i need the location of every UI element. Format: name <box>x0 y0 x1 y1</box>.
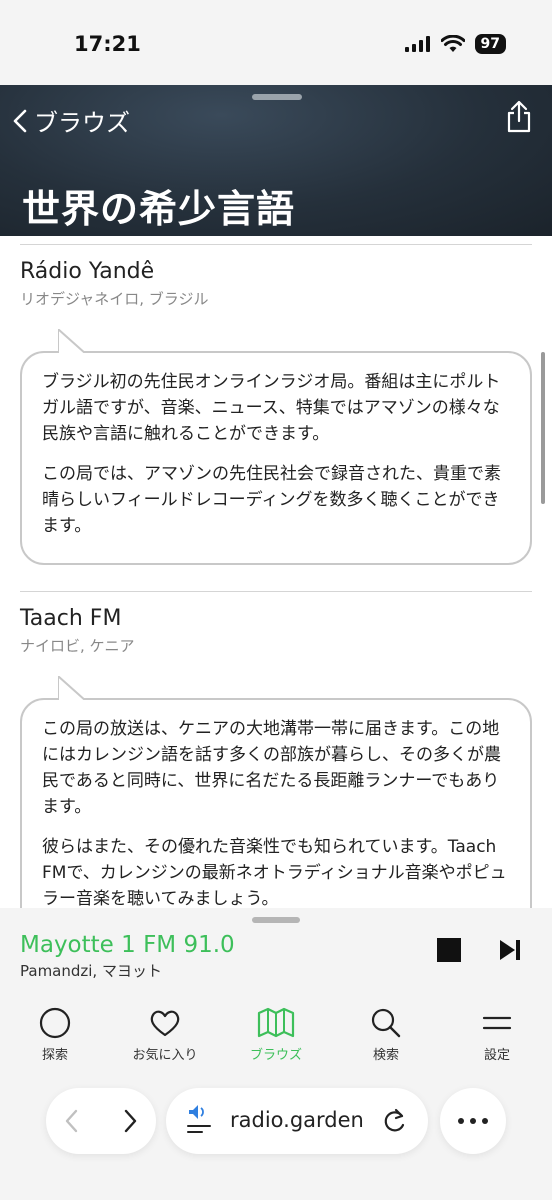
battery-indicator: 97 <box>474 34 506 54</box>
station-name[interactable]: Rádio Yandê <box>20 259 532 284</box>
back-button[interactable]: ブラウズ <box>12 103 130 138</box>
search-icon <box>371 1008 401 1038</box>
now-playing-title[interactable]: Mayotte 1 FM 91.0 <box>20 932 235 958</box>
address-bar[interactable]: radio.garden <box>166 1088 428 1154</box>
map-icon <box>257 1007 295 1038</box>
status-time: 17:21 <box>74 32 141 56</box>
station-location: リオデジャネイロ, ブラジル <box>20 290 209 308</box>
skip-next-icon <box>500 940 520 960</box>
station-name[interactable]: Taach FM <box>20 606 532 631</box>
station-description-bubble: この局の放送は、ケニアの大地溝帯一帯に届きます。この地にはカレンジン語を話す多く… <box>20 676 532 908</box>
reload-icon[interactable] <box>382 1108 408 1134</box>
tab-label: お気に入り <box>132 1048 198 1063</box>
station-list[interactable]: Rádio Yandê リオデジャネイロ, ブラジル ブラジル初の先住民オンライ… <box>0 236 552 908</box>
tab-browse[interactable]: ブラウズ <box>231 1006 321 1063</box>
station-item[interactable]: Taach FM ナイロビ, ケニア この局の放送は、ケニアの大地溝帯一帯に届き… <box>20 591 532 908</box>
tab-search[interactable]: 検索 <box>341 1006 431 1063</box>
more-options-button[interactable] <box>440 1088 506 1154</box>
bubble-tail <box>58 676 87 700</box>
browser-nav-controls <box>46 1088 156 1154</box>
tab-label: 検索 <box>372 1048 399 1063</box>
signal-icon <box>404 36 430 52</box>
station-location: ナイロビ, ケニア <box>20 637 135 655</box>
now-playing-bar[interactable]: Mayotte 1 FM 91.0 Pamandzi, マヨット <box>0 908 552 1008</box>
url-text[interactable]: radio.garden <box>230 1108 364 1132</box>
tab-explore[interactable]: 探索 <box>10 1006 100 1063</box>
page-title: 世界の希少言語 <box>22 187 296 231</box>
tab-label: 探索 <box>41 1048 68 1063</box>
tab-favorites[interactable]: お気に入り <box>120 1006 210 1063</box>
heart-icon <box>150 1010 180 1037</box>
status-icons: 97 <box>404 34 506 54</box>
audio-playing-icon <box>187 1105 211 1133</box>
circle-icon <box>39 1007 71 1039</box>
next-station-button[interactable] <box>498 938 522 966</box>
tab-label: 設定 <box>483 1048 510 1063</box>
menu-icon <box>482 1016 512 1030</box>
station-item[interactable]: Rádio Yandê リオデジャネイロ, ブラジル ブラジル初の先住民オンライ… <box>20 244 532 565</box>
share-button[interactable] <box>506 100 532 138</box>
player-grab-handle[interactable] <box>252 917 300 923</box>
tab-label: ブラウズ <box>249 1048 302 1063</box>
scrollbar[interactable] <box>541 352 545 504</box>
station-description: この局の放送は、ケニアの大地溝帯一帯に届きます。この地にはカレンジン語を話す多く… <box>42 719 501 817</box>
station-description-bubble: ブラジル初の先住民オンラインラジオ局。番組は主にポルトガル語ですが、音楽、ニュー… <box>20 329 532 565</box>
stop-button[interactable] <box>437 938 461 962</box>
back-button-label: ブラウズ <box>34 109 130 137</box>
now-playing-location: Pamandzi, マヨット <box>20 962 162 980</box>
station-description: この局では、アマゾンの先住民社会で録音された、貴重で素晴らしいフィールドレコーデ… <box>42 464 501 536</box>
station-description: 彼らはまた、その優れた音楽性でも知られています。Taach FMで、カレンジンの… <box>42 837 507 908</box>
tab-settings[interactable]: 設定 <box>452 1006 542 1063</box>
back-arrow-icon[interactable] <box>64 1108 80 1134</box>
bubble-tail <box>58 329 87 353</box>
share-icon <box>507 100 531 133</box>
forward-arrow-icon[interactable] <box>122 1108 138 1134</box>
station-description: ブラジル初の先住民オンラインラジオ局。番組は主にポルトガル語ですが、音楽、ニュー… <box>42 372 501 444</box>
more-icon <box>458 1118 488 1124</box>
chevron-left-icon <box>13 109 27 132</box>
sheet-grab-handle[interactable] <box>252 94 302 100</box>
wifi-icon <box>440 35 465 52</box>
status-bar: 17:21 97 <box>0 0 552 85</box>
